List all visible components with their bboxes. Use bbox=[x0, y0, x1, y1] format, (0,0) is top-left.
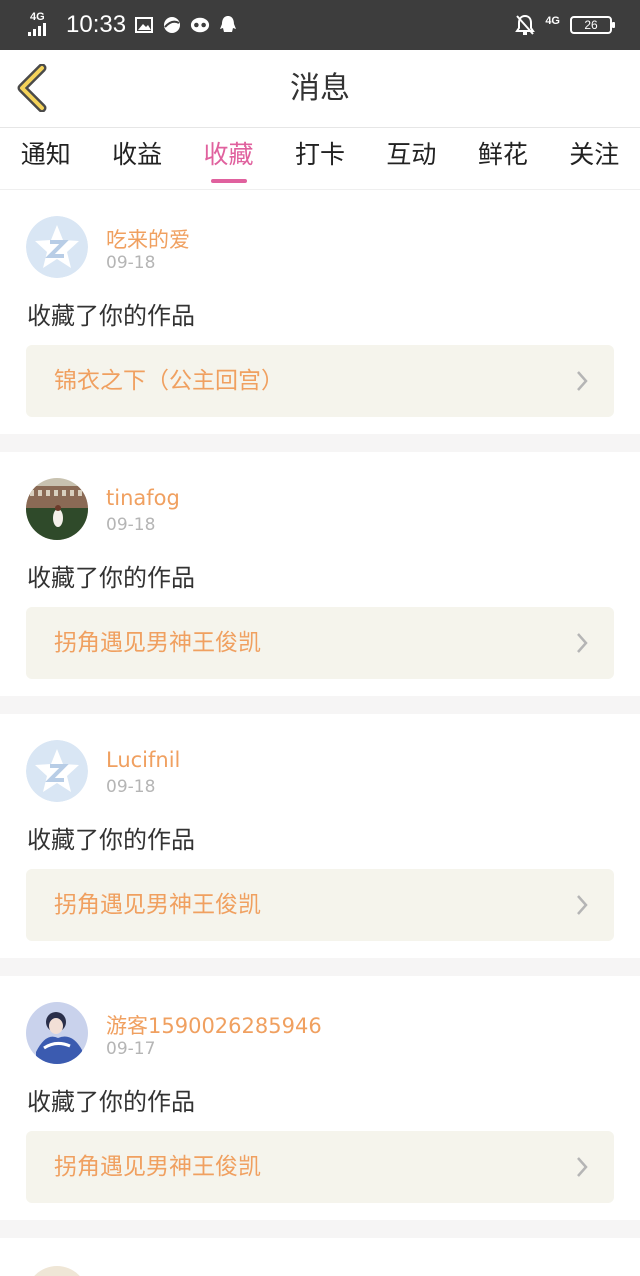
bell-off-icon bbox=[515, 14, 536, 35]
image-icon bbox=[134, 15, 154, 35]
action-text: 收藏了你的作品 bbox=[27, 1088, 195, 1116]
signal-icon: 4G bbox=[28, 11, 54, 38]
tab-favorites[interactable]: 收藏 bbox=[200, 128, 258, 189]
work-link[interactable]: 拐角遇见男神王俊凯 bbox=[26, 1131, 614, 1203]
photo-avatar bbox=[26, 1002, 88, 1064]
list-item: 游客1590026285946 09-17 收藏了你的作品 拐角遇见男神王俊凯 bbox=[0, 976, 640, 1238]
work-title: 拐角遇见男神王俊凯 bbox=[54, 892, 261, 918]
tab-bar: 通知 收益 收藏 打卡 互动 鲜花 关注 bbox=[0, 128, 640, 190]
clock: 10:33 bbox=[66, 11, 127, 38]
timestamp: 09-18 bbox=[106, 777, 156, 797]
username[interactable]: Lucifnil bbox=[106, 748, 180, 772]
tab-earnings[interactable]: 收益 bbox=[108, 128, 166, 189]
work-title: 拐角遇见男神王俊凯 bbox=[54, 630, 261, 656]
chevron-right-icon bbox=[577, 895, 588, 915]
chevron-right-icon bbox=[577, 1157, 588, 1177]
photo-avatar bbox=[26, 478, 88, 540]
tab-checkin[interactable]: 打卡 bbox=[291, 128, 349, 189]
work-link[interactable]: 拐角遇见男神王俊凯 bbox=[26, 607, 614, 679]
battery-icon: 26 bbox=[570, 16, 615, 34]
signal-label: 4G bbox=[30, 11, 45, 23]
work-link[interactable]: 拐角遇见男神王俊凯 bbox=[26, 869, 614, 941]
status-bar: 4G 10:33 4G 26 bbox=[0, 0, 640, 50]
work-link[interactable]: 锦衣之下（公主回宫） bbox=[26, 345, 614, 417]
work-title: 拐角遇见男神王俊凯 bbox=[54, 1154, 261, 1180]
qq-icon bbox=[218, 15, 238, 35]
action-text: 收藏了你的作品 bbox=[27, 564, 195, 592]
work-title: 锦衣之下（公主回宫） bbox=[54, 368, 284, 394]
username[interactable]: tinafog bbox=[106, 486, 180, 510]
timestamp: 09-17 bbox=[106, 1039, 156, 1059]
list-item bbox=[0, 1238, 640, 1276]
header: 消息 bbox=[0, 50, 640, 128]
browser-icon bbox=[162, 15, 182, 35]
avatar[interactable] bbox=[26, 1266, 88, 1276]
timestamp: 09-18 bbox=[106, 253, 156, 273]
tab-interactions[interactable]: 互动 bbox=[382, 128, 440, 189]
list-item: Lucifnil 09-18 收藏了你的作品 拐角遇见男神王俊凯 bbox=[0, 714, 640, 976]
message-list: 吃来的爱 09-18 收藏了你的作品 锦衣之下（公主回宫） tinafog 09… bbox=[0, 190, 640, 1276]
default-avatar-icon bbox=[26, 216, 88, 278]
action-text: 收藏了你的作品 bbox=[27, 826, 195, 854]
page-title: 消息 bbox=[290, 71, 350, 106]
username[interactable]: 吃来的爱 bbox=[106, 224, 190, 254]
tab-follows[interactable]: 关注 bbox=[565, 128, 623, 189]
battery-level: 26 bbox=[584, 18, 598, 32]
default-avatar-icon bbox=[26, 740, 88, 802]
chevron-right-icon bbox=[577, 633, 588, 653]
avatar[interactable] bbox=[26, 1002, 88, 1064]
avatar[interactable] bbox=[26, 216, 88, 278]
timestamp: 09-18 bbox=[106, 515, 156, 535]
network-label: 4G bbox=[545, 15, 560, 27]
avatar[interactable] bbox=[26, 478, 88, 540]
avatar[interactable] bbox=[26, 740, 88, 802]
tab-notifications[interactable]: 通知 bbox=[17, 128, 75, 189]
chevron-right-icon bbox=[577, 371, 588, 391]
action-text: 收藏了你的作品 bbox=[27, 302, 195, 330]
list-item: tinafog 09-18 收藏了你的作品 拐角遇见男神王俊凯 bbox=[0, 452, 640, 714]
tab-flowers[interactable]: 鲜花 bbox=[474, 128, 532, 189]
list-item: 吃来的爱 09-18 收藏了你的作品 锦衣之下（公主回宫） bbox=[0, 190, 640, 452]
mask-icon bbox=[190, 15, 210, 35]
username[interactable]: 游客1590026285946 bbox=[106, 1010, 322, 1040]
